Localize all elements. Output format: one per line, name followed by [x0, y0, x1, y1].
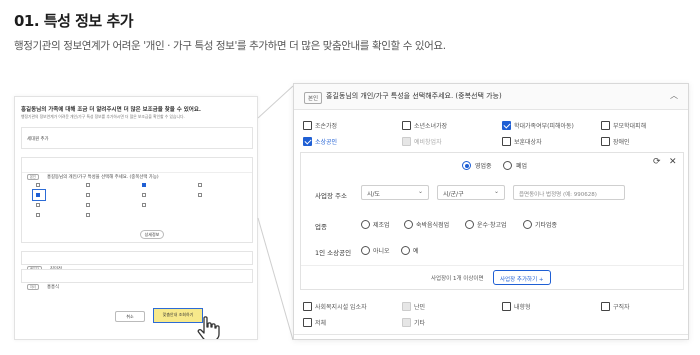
option-checkbox[interactable]	[402, 121, 411, 130]
chevron-up-icon[interactable]: ︿	[670, 90, 678, 101]
option-checkbox-checked[interactable]	[303, 137, 312, 146]
multi-site-note: 사업장이 1개 이상이면	[431, 276, 484, 282]
address-label: 사업장 주소	[315, 192, 347, 200]
industry-radio[interactable]	[523, 220, 532, 229]
option-label: 조손가정	[315, 123, 338, 130]
industry-label: 업종	[315, 223, 327, 231]
option-checkbox[interactable]	[303, 121, 312, 130]
add-site-button[interactable]: 사업장 추가하기 +	[493, 270, 551, 285]
option-checkbox-disabled	[402, 318, 411, 327]
option-checkbox[interactable]	[303, 302, 312, 311]
industry-radio[interactable]	[361, 220, 370, 229]
option-checkbox-checked[interactable]	[502, 121, 511, 130]
option-label: 예비창업자	[414, 139, 442, 146]
option-checkbox[interactable]	[601, 137, 610, 146]
close-icon[interactable]: ✕	[669, 157, 677, 167]
industry-radio[interactable]	[465, 220, 474, 229]
option-label: 구직자	[613, 304, 630, 311]
industry-option: 제조업	[373, 222, 390, 229]
panel-header-text: 홍길동님의 개인/가구 특성을 선택해주세요. (중복선택 가능)	[326, 92, 502, 100]
option-label: 소상공인	[315, 139, 338, 146]
option-label: 사회복지시설 입소자	[315, 304, 367, 311]
solo-option: 예	[413, 248, 419, 255]
industry-radio[interactable]	[404, 220, 413, 229]
solo-radio-no[interactable]	[361, 246, 370, 255]
option-label: 저체	[315, 320, 327, 327]
option-label: 소년소녀가장	[414, 123, 448, 130]
panel-bottom-divider	[294, 334, 688, 335]
solo-radio-yes[interactable]	[401, 246, 410, 255]
option-label: 학대가족여부(피해아동)	[514, 123, 574, 130]
industry-option: 숙박음식점업	[416, 222, 450, 229]
sigungu-select-value: 시/군/구	[443, 191, 464, 198]
option-checkbox-disabled	[402, 137, 411, 146]
refresh-icon[interactable]: ⟳	[653, 157, 661, 167]
option-label: 부모학대피해	[613, 123, 647, 130]
option-checkbox[interactable]	[303, 318, 312, 327]
panel-header[interactable]: 본인 홍길동님의 개인/가구 특성을 선택해주세요. (중복선택 가능) ︿	[294, 84, 688, 110]
solo-label: 1인 소상공인	[315, 249, 352, 257]
option-label: 장애인	[613, 139, 630, 146]
option-checkbox[interactable]	[601, 121, 610, 130]
option-checkbox[interactable]	[601, 302, 610, 311]
detail-divider	[301, 265, 683, 266]
radio-label: 폐업	[516, 163, 528, 170]
option-label: 내향형	[514, 304, 531, 311]
sido-select[interactable]: 시/도 ⌄	[361, 185, 429, 200]
sido-select-value: 시/도	[367, 191, 381, 198]
address-input[interactable]: 읍면동이나 법정명 (예: 990628)	[513, 185, 625, 200]
chevron-down-icon: ⌄	[417, 188, 423, 195]
option-checkbox[interactable]	[502, 302, 511, 311]
solo-option: 아니오	[373, 248, 390, 255]
option-label: 보훈대상자	[514, 139, 542, 146]
detail-box: 영업중 폐업 ⟳ ✕ 사업장 주소 시/도 ⌄ 시/군/구 ⌄ 읍면동이나 법정…	[300, 152, 684, 290]
radio-label: 영업중	[475, 163, 492, 170]
radio-open-selected[interactable]	[462, 161, 471, 170]
option-label: 난민	[414, 304, 426, 311]
option-checkbox[interactable]	[502, 137, 511, 146]
industry-option: 운수·창고업	[477, 222, 507, 229]
sigungu-select[interactable]: 시/군/구 ⌄	[437, 185, 505, 200]
radio-closed[interactable]	[503, 161, 512, 170]
panel-tag: 본인	[304, 92, 323, 104]
chevron-down-icon: ⌄	[493, 188, 499, 195]
zoom-panel: 본인 홍길동님의 개인/가구 특성을 선택해주세요. (중복선택 가능) ︿ 조…	[293, 83, 689, 340]
option-label: 기타	[414, 320, 426, 327]
option-checkbox-disabled	[402, 302, 411, 311]
industry-option: 기타업종	[535, 222, 558, 229]
